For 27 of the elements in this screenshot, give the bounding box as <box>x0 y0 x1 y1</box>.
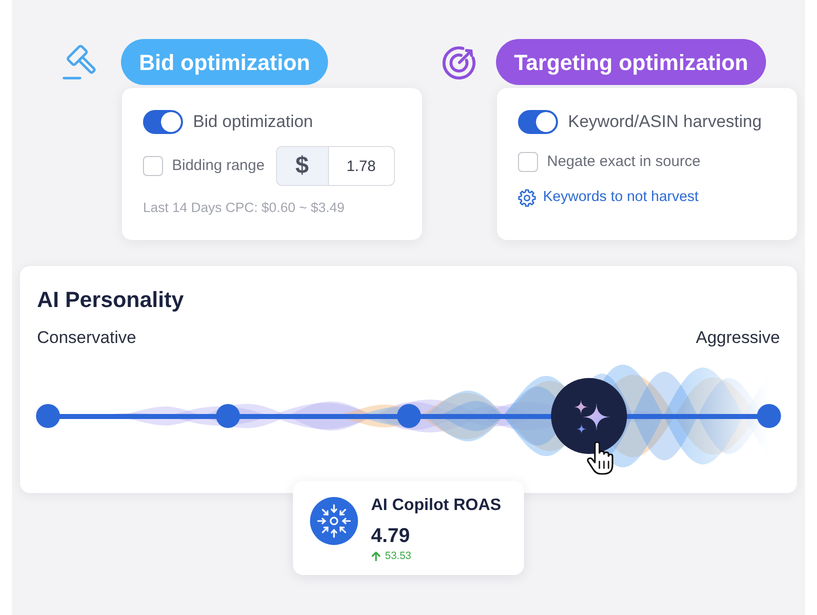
checkbox-label: Negate exact in source <box>547 152 700 172</box>
hand-cursor-icon <box>586 441 614 475</box>
bid-amount-field[interactable]: 1.78 <box>328 146 395 186</box>
currency-prefix: $ <box>276 146 329 186</box>
slider-stop[interactable] <box>36 404 60 428</box>
section-heading: Bid optimization <box>121 39 328 85</box>
checkbox[interactable] <box>143 156 163 176</box>
slider-stop[interactable] <box>216 404 240 428</box>
checkbox-label: Bidding range <box>172 156 265 176</box>
inward-arrows-icon <box>310 497 358 545</box>
toggle-switch[interactable] <box>143 110 183 134</box>
slider-stop[interactable] <box>396 404 420 428</box>
slider-stop[interactable] <box>757 404 781 428</box>
keywords-link[interactable]: Keywords to not harvest <box>543 187 699 209</box>
checkbox[interactable] <box>518 152 538 172</box>
scale-max-label: Aggressive <box>696 327 780 349</box>
toggle-label: Keyword/ASIN harvesting <box>568 111 762 134</box>
metric-title: AI Copilot ROAS <box>371 495 502 515</box>
gear-icon <box>518 189 536 207</box>
scale-min-label: Conservative <box>37 327 136 349</box>
toggle-switch[interactable] <box>518 110 558 134</box>
metric-value: 4.79 <box>371 524 411 548</box>
change-value: 53.53 <box>385 550 412 562</box>
toggle-label: Bid optimization <box>193 111 314 134</box>
cpc-range-note: Last 14 Days CPC: $0.60 ~ $3.49 <box>143 199 346 217</box>
card-title: AI Personality <box>37 286 185 314</box>
section-heading: Targeting optimization <box>496 39 766 85</box>
